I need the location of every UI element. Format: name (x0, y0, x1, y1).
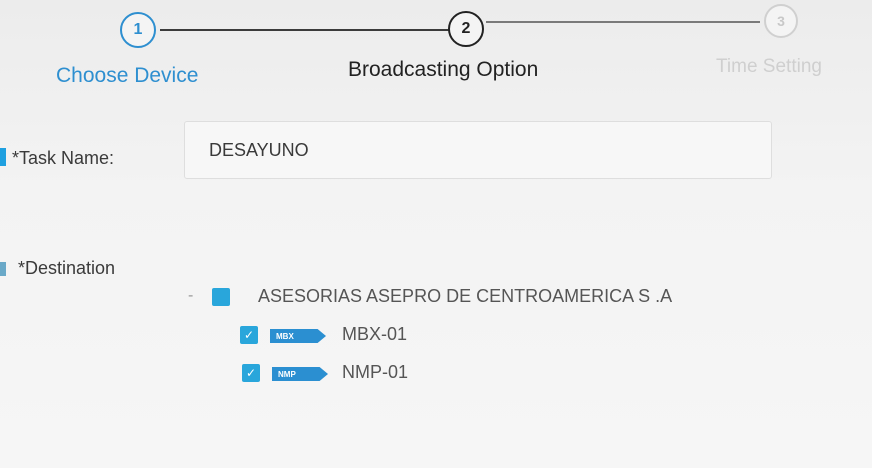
device-mbx-label[interactable]: MBX-01 (342, 324, 407, 345)
step-1-number: 1 (133, 21, 143, 38)
destination-label: *Destination (18, 258, 116, 278)
tree-root-checkbox[interactable] (212, 288, 230, 306)
step-1-circle[interactable]: 1 (120, 12, 156, 48)
tree-expander-icon[interactable]: - (188, 287, 193, 305)
step-3-circle[interactable]: 3 (764, 4, 798, 38)
step-2-circle[interactable]: 2 (448, 11, 484, 47)
step-2-number: 2 (461, 20, 471, 37)
device-nmp-label[interactable]: NMP-01 (342, 362, 408, 383)
destination-marker (0, 262, 6, 276)
task-name-marker (0, 148, 6, 166)
mbx-device-badge-icon: MBX (270, 329, 326, 343)
task-name-label: *Task Name: (12, 148, 115, 168)
stepper-connector-2-3 (486, 21, 760, 23)
step-2-label[interactable]: Broadcasting Option (348, 58, 538, 82)
tree-root-label[interactable]: ASESORIAS ASEPRO DE CENTROAMERICA S .A (258, 286, 672, 307)
task-name-input[interactable]: DESAYUNO (184, 121, 772, 179)
step-3-number: 3 (777, 13, 785, 29)
device-nmp-checkbox[interactable]: ✓ (242, 364, 260, 382)
step-1-label[interactable]: Choose Device (56, 64, 198, 88)
task-name-value: DESAYUNO (209, 139, 309, 160)
step-3-label[interactable]: Time Setting (716, 56, 822, 78)
device-mbx-checkbox[interactable]: ✓ (240, 326, 258, 344)
stepper-connector-1-2 (160, 29, 450, 31)
nmp-device-badge-icon: NMP (272, 367, 328, 381)
